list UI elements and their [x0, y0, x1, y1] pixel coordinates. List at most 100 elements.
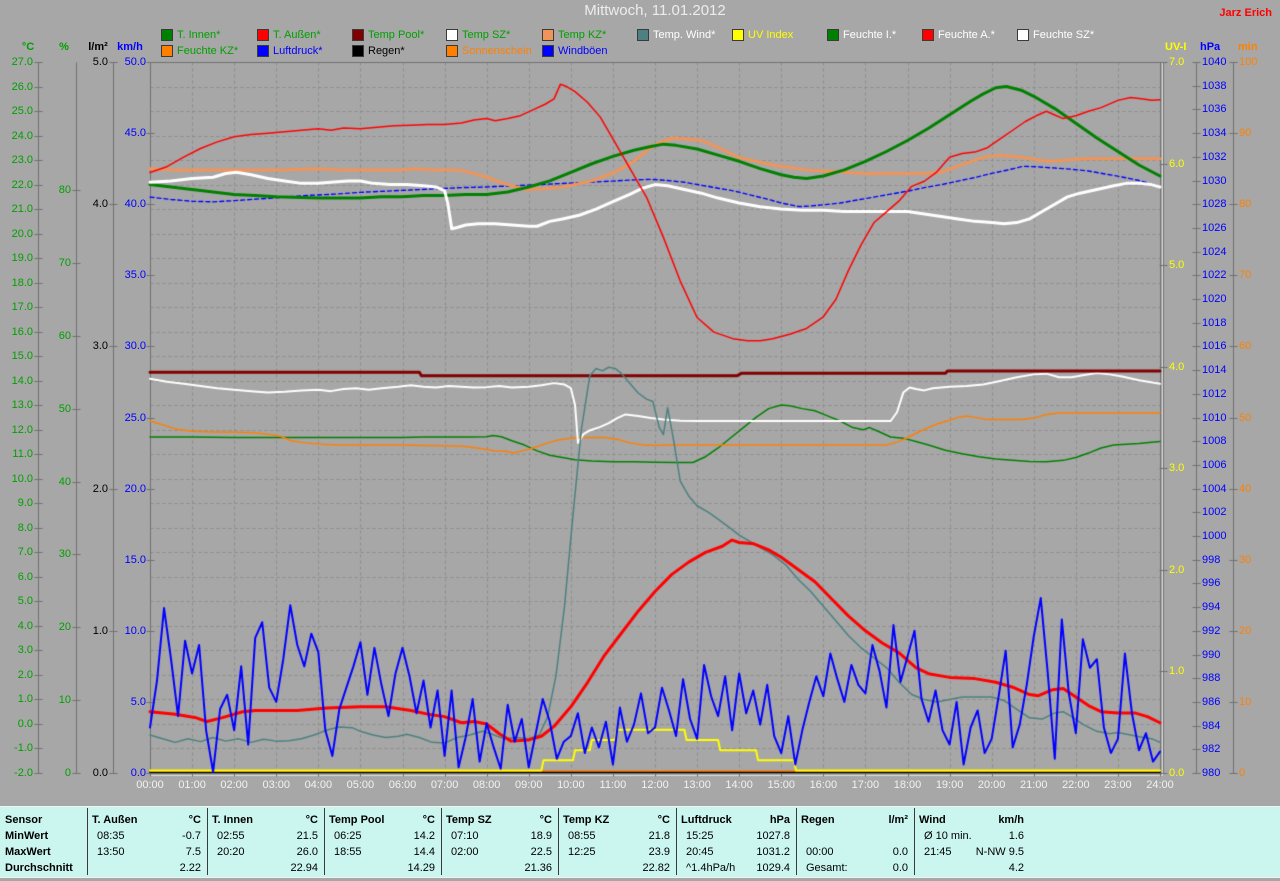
axis-tick-hpa: 1014 — [1202, 364, 1227, 377]
axis-tick-pct: 70 — [58, 256, 71, 269]
legend-swatch — [161, 45, 173, 57]
axis-tick-c: 2.0 — [17, 668, 33, 681]
table-value: 14.2 — [413, 830, 435, 842]
legend-swatch — [542, 45, 554, 57]
table-value: 1027.8 — [756, 830, 790, 842]
legend-swatch — [732, 29, 744, 41]
axis-tick-pct: 80 — [58, 184, 71, 196]
legend-item-luftdruck-: Luftdruck* — [257, 45, 323, 57]
table-col-unit: hPa — [769, 814, 790, 826]
axis-tick-c: 11.0 — [12, 448, 33, 461]
legend-swatch — [1017, 29, 1029, 41]
table-value: 22.5 — [530, 846, 552, 858]
legend-item-feuchte-a-: Feuchte A.* — [922, 29, 995, 41]
x-tick-label: 10:00 — [557, 779, 585, 791]
axis-tick-hpa: 1016 — [1202, 340, 1227, 353]
legend-label: T. Außen* — [273, 29, 321, 41]
axis-tick-c: 23.0 — [11, 154, 33, 167]
axis-header-min: min — [1238, 41, 1258, 53]
axis-tick-min: 80 — [1239, 198, 1252, 211]
axis-tick-hpa: 1024 — [1202, 245, 1227, 258]
table-separator — [796, 808, 797, 875]
axis-tick-hpa: 1028 — [1202, 198, 1227, 211]
table-value: -0.7 — [182, 830, 201, 842]
legend-label: Temp KZ* — [558, 29, 607, 41]
axis-tick-c: 20.0 — [11, 227, 33, 240]
x-tick-label: 09:00 — [514, 779, 543, 791]
legend-label: Sonnenschein — [462, 45, 532, 57]
legend-item-temp-pool-: Temp Pool* — [352, 29, 424, 41]
table-value: 22.82 — [642, 862, 670, 874]
table-value: 14.4 — [413, 846, 435, 858]
legend-swatch — [542, 29, 554, 41]
legend-label: T. Innen* — [177, 29, 221, 41]
axis-tick-min: 60 — [1239, 340, 1252, 353]
axis-tick-min: 90 — [1239, 127, 1252, 140]
axis-tick-min: 0 — [1239, 767, 1246, 779]
axis-tick-kmh: 30.0 — [124, 340, 146, 353]
table-value: 23.9 — [648, 846, 670, 858]
axis-tick-hpa: 1006 — [1202, 458, 1227, 471]
axis-tick-hpa: 1018 — [1202, 316, 1227, 329]
table-value: 21.36 — [524, 862, 552, 874]
axis-tick-hpa: 1040 — [1202, 56, 1227, 68]
axis-tick-c: 3.0 — [17, 644, 33, 657]
x-tick-label: 13:00 — [683, 779, 711, 791]
axis-tick-min: 100 — [1239, 56, 1258, 68]
x-tick-label: 08:00 — [472, 779, 501, 791]
axis-tick-hpa: 1012 — [1202, 387, 1227, 400]
legend-item-t-au-en-: T. Außen* — [257, 29, 321, 41]
axis-tick-c: 5.0 — [17, 595, 33, 608]
axis-tick-hpa: 986 — [1202, 695, 1221, 708]
legend-label: Feuchte KZ* — [177, 45, 239, 57]
legend-item-temp-sz-: Temp SZ* — [446, 29, 510, 41]
legend-item-feuchte-sz-: Feuchte SZ* — [1017, 29, 1094, 41]
axis-header-kmh: km/h — [117, 41, 143, 53]
page-title: Mittwoch, 11.01.2012 — [584, 2, 726, 19]
x-tick-label: 06:00 — [388, 779, 417, 791]
table-value: 1031.2 — [756, 846, 790, 858]
axis-tick-hpa: 1030 — [1202, 174, 1227, 187]
table-value: 0.0 — [892, 846, 908, 858]
axis-tick-hpa: 1036 — [1202, 103, 1227, 116]
legend-label: Temp Pool* — [368, 29, 425, 41]
legend-swatch — [922, 29, 934, 41]
axis-tick-hpa: 1008 — [1202, 435, 1227, 448]
axis-tick-c: 12.0 — [11, 423, 33, 436]
axis-tick-kmh: 0.0 — [130, 767, 146, 779]
table-col-unit: °C — [539, 814, 552, 826]
x-tick-label: 02:00 — [220, 779, 248, 791]
x-tick-label: 19:00 — [935, 779, 964, 791]
axis-tick-hpa: 1026 — [1202, 221, 1227, 234]
x-tick-label: 17:00 — [851, 779, 880, 791]
table-col-unit: km/h — [998, 814, 1024, 826]
axis-tick-c: 8.0 — [17, 521, 33, 534]
table-col-unit: °C — [188, 814, 201, 826]
legend-swatch — [257, 29, 269, 41]
axis-tick-kmh: 15.0 — [124, 553, 146, 566]
legend-label: Feuchte I.* — [843, 29, 897, 41]
table-separator — [914, 808, 915, 875]
axis-tick-min: 20 — [1239, 624, 1252, 637]
weather-chart-page: { "title": "Mittwoch, 11.01.2012", "auth… — [0, 0, 1280, 881]
axis-tick-kmh: 5.0 — [130, 695, 146, 708]
table-value: 4.2 — [1008, 862, 1024, 874]
legend-label: Regen* — [368, 45, 405, 57]
legend-label: UV Index — [748, 29, 794, 41]
axis-tick-hpa: 998 — [1202, 553, 1221, 566]
chart-plot-area[interactable] — [0, 0, 1280, 881]
legend-swatch — [352, 29, 364, 41]
x-tick-label: 12:00 — [641, 779, 669, 791]
legend-item-feuchte-kz-: Feuchte KZ* — [161, 45, 238, 57]
axis-tick-c: 14.0 — [11, 374, 33, 387]
axis-tick-c: 26.0 — [11, 80, 33, 93]
x-tick-label: 01:00 — [178, 779, 206, 791]
axis-tick-kmh: 40.0 — [124, 198, 146, 211]
legend-label: Luftdruck* — [273, 45, 323, 57]
legend-swatch — [161, 29, 173, 41]
axis-tick-hpa: 988 — [1202, 672, 1221, 685]
legend-item-t-innen-: T. Innen* — [161, 29, 220, 41]
legend-label: Windböen — [558, 45, 608, 57]
axis-tick-min: 70 — [1239, 269, 1252, 282]
legend-label: Temp SZ* — [462, 29, 511, 41]
